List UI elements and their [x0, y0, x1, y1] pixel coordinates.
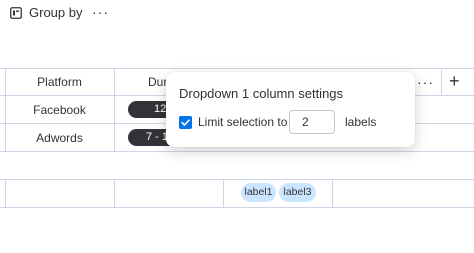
- column-divider: [223, 179, 224, 207]
- dropdown-column-settings-popup: Dropdown 1 column settings Limit selecti…: [166, 72, 415, 147]
- column-divider: [332, 179, 333, 207]
- column-divider: [114, 68, 115, 151]
- label-pill[interactable]: label1: [241, 183, 276, 202]
- checkmark-icon: [181, 119, 190, 126]
- add-column-icon[interactable]: +: [449, 72, 460, 90]
- row-divider: [0, 151, 474, 152]
- row-divider: [0, 179, 474, 180]
- column-divider: [441, 68, 442, 95]
- labels-suffix: labels: [345, 115, 377, 129]
- cell-platform[interactable]: Facebook: [5, 102, 114, 118]
- column-header-platform[interactable]: Platform: [5, 74, 114, 90]
- table-border-top: [0, 68, 474, 69]
- column-menu-icon[interactable]: ···: [417, 74, 434, 90]
- limit-count-input[interactable]: [289, 110, 335, 134]
- limit-selection-label: Limit selection to: [198, 115, 288, 129]
- popup-title: Dropdown 1 column settings: [179, 86, 344, 101]
- column-divider: [5, 179, 6, 207]
- column-divider: [114, 179, 115, 207]
- table-border-bottom: [0, 207, 474, 208]
- cell-platform[interactable]: Adwords: [5, 130, 114, 146]
- limit-selection-checkbox[interactable]: [179, 116, 192, 129]
- label-pill[interactable]: label3: [279, 183, 316, 202]
